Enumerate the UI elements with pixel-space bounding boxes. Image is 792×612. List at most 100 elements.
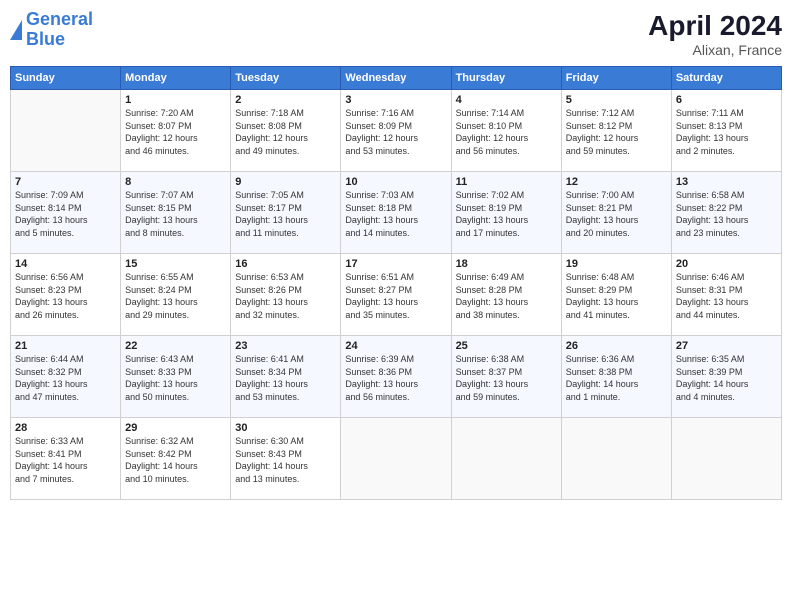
day-info: Sunrise: 7:03 AM Sunset: 8:18 PM Dayligh… <box>345 189 446 239</box>
day-number: 26 <box>566 340 667 352</box>
day-info: Sunrise: 6:58 AM Sunset: 8:22 PM Dayligh… <box>676 189 777 239</box>
day-number: 21 <box>15 340 116 352</box>
calendar-subtitle: Alixan, France <box>648 42 782 58</box>
day-number: 4 <box>456 94 557 106</box>
col-header-thursday: Thursday <box>451 67 561 90</box>
day-number: 24 <box>345 340 446 352</box>
day-number: 22 <box>125 340 226 352</box>
day-info: Sunrise: 7:05 AM Sunset: 8:17 PM Dayligh… <box>235 189 336 239</box>
logo: General Blue <box>10 10 93 50</box>
day-number: 19 <box>566 258 667 270</box>
day-cell: 6Sunrise: 7:11 AM Sunset: 8:13 PM Daylig… <box>671 90 781 172</box>
week-row-4: 21Sunrise: 6:44 AM Sunset: 8:32 PM Dayli… <box>11 336 782 418</box>
day-cell: 10Sunrise: 7:03 AM Sunset: 8:18 PM Dayli… <box>341 172 451 254</box>
col-header-tuesday: Tuesday <box>231 67 341 90</box>
header-row: Sunday Monday Tuesday Wednesday Thursday… <box>11 67 782 90</box>
day-info: Sunrise: 6:53 AM Sunset: 8:26 PM Dayligh… <box>235 271 336 321</box>
day-cell: 11Sunrise: 7:02 AM Sunset: 8:19 PM Dayli… <box>451 172 561 254</box>
week-row-2: 7Sunrise: 7:09 AM Sunset: 8:14 PM Daylig… <box>11 172 782 254</box>
day-info: Sunrise: 6:33 AM Sunset: 8:41 PM Dayligh… <box>15 435 116 485</box>
day-cell: 12Sunrise: 7:00 AM Sunset: 8:21 PM Dayli… <box>561 172 671 254</box>
day-info: Sunrise: 6:51 AM Sunset: 8:27 PM Dayligh… <box>345 271 446 321</box>
day-info: Sunrise: 6:55 AM Sunset: 8:24 PM Dayligh… <box>125 271 226 321</box>
day-number: 17 <box>345 258 446 270</box>
col-header-saturday: Saturday <box>671 67 781 90</box>
day-cell: 3Sunrise: 7:16 AM Sunset: 8:09 PM Daylig… <box>341 90 451 172</box>
day-cell: 28Sunrise: 6:33 AM Sunset: 8:41 PM Dayli… <box>11 418 121 500</box>
day-cell: 15Sunrise: 6:55 AM Sunset: 8:24 PM Dayli… <box>121 254 231 336</box>
col-header-friday: Friday <box>561 67 671 90</box>
day-info: Sunrise: 7:12 AM Sunset: 8:12 PM Dayligh… <box>566 107 667 157</box>
logo-text-line1: General <box>26 10 93 30</box>
week-row-3: 14Sunrise: 6:56 AM Sunset: 8:23 PM Dayli… <box>11 254 782 336</box>
week-row-5: 28Sunrise: 6:33 AM Sunset: 8:41 PM Dayli… <box>11 418 782 500</box>
day-cell: 16Sunrise: 6:53 AM Sunset: 8:26 PM Dayli… <box>231 254 341 336</box>
day-info: Sunrise: 6:46 AM Sunset: 8:31 PM Dayligh… <box>676 271 777 321</box>
day-info: Sunrise: 6:41 AM Sunset: 8:34 PM Dayligh… <box>235 353 336 403</box>
day-number: 7 <box>15 176 116 188</box>
day-info: Sunrise: 7:14 AM Sunset: 8:10 PM Dayligh… <box>456 107 557 157</box>
calendar-table: Sunday Monday Tuesday Wednesday Thursday… <box>10 66 782 500</box>
day-info: Sunrise: 6:32 AM Sunset: 8:42 PM Dayligh… <box>125 435 226 485</box>
header: General Blue April 2024 Alixan, France <box>10 10 782 58</box>
day-number: 6 <box>676 94 777 106</box>
day-cell: 17Sunrise: 6:51 AM Sunset: 8:27 PM Dayli… <box>341 254 451 336</box>
day-cell: 18Sunrise: 6:49 AM Sunset: 8:28 PM Dayli… <box>451 254 561 336</box>
day-cell: 21Sunrise: 6:44 AM Sunset: 8:32 PM Dayli… <box>11 336 121 418</box>
day-cell: 2Sunrise: 7:18 AM Sunset: 8:08 PM Daylig… <box>231 90 341 172</box>
day-cell: 25Sunrise: 6:38 AM Sunset: 8:37 PM Dayli… <box>451 336 561 418</box>
day-number: 11 <box>456 176 557 188</box>
day-cell <box>11 90 121 172</box>
day-number: 9 <box>235 176 336 188</box>
day-info: Sunrise: 6:56 AM Sunset: 8:23 PM Dayligh… <box>15 271 116 321</box>
day-info: Sunrise: 6:30 AM Sunset: 8:43 PM Dayligh… <box>235 435 336 485</box>
day-number: 25 <box>456 340 557 352</box>
day-number: 16 <box>235 258 336 270</box>
day-number: 14 <box>15 258 116 270</box>
day-info: Sunrise: 6:43 AM Sunset: 8:33 PM Dayligh… <box>125 353 226 403</box>
page: General Blue April 2024 Alixan, France S… <box>0 0 792 612</box>
day-info: Sunrise: 6:36 AM Sunset: 8:38 PM Dayligh… <box>566 353 667 403</box>
day-number: 28 <box>15 422 116 434</box>
day-number: 20 <box>676 258 777 270</box>
day-cell <box>561 418 671 500</box>
day-cell: 20Sunrise: 6:46 AM Sunset: 8:31 PM Dayli… <box>671 254 781 336</box>
day-cell: 7Sunrise: 7:09 AM Sunset: 8:14 PM Daylig… <box>11 172 121 254</box>
day-info: Sunrise: 7:20 AM Sunset: 8:07 PM Dayligh… <box>125 107 226 157</box>
day-number: 29 <box>125 422 226 434</box>
day-info: Sunrise: 7:16 AM Sunset: 8:09 PM Dayligh… <box>345 107 446 157</box>
day-info: Sunrise: 7:07 AM Sunset: 8:15 PM Dayligh… <box>125 189 226 239</box>
day-info: Sunrise: 6:48 AM Sunset: 8:29 PM Dayligh… <box>566 271 667 321</box>
day-cell: 23Sunrise: 6:41 AM Sunset: 8:34 PM Dayli… <box>231 336 341 418</box>
day-info: Sunrise: 7:18 AM Sunset: 8:08 PM Dayligh… <box>235 107 336 157</box>
day-info: Sunrise: 6:35 AM Sunset: 8:39 PM Dayligh… <box>676 353 777 403</box>
day-number: 8 <box>125 176 226 188</box>
day-cell: 9Sunrise: 7:05 AM Sunset: 8:17 PM Daylig… <box>231 172 341 254</box>
col-header-wednesday: Wednesday <box>341 67 451 90</box>
day-number: 1 <box>125 94 226 106</box>
day-cell: 24Sunrise: 6:39 AM Sunset: 8:36 PM Dayli… <box>341 336 451 418</box>
day-number: 12 <box>566 176 667 188</box>
day-cell <box>451 418 561 500</box>
logo-icon <box>10 20 22 40</box>
day-cell <box>671 418 781 500</box>
day-cell: 5Sunrise: 7:12 AM Sunset: 8:12 PM Daylig… <box>561 90 671 172</box>
day-number: 18 <box>456 258 557 270</box>
day-cell: 30Sunrise: 6:30 AM Sunset: 8:43 PM Dayli… <box>231 418 341 500</box>
day-info: Sunrise: 6:39 AM Sunset: 8:36 PM Dayligh… <box>345 353 446 403</box>
day-cell: 13Sunrise: 6:58 AM Sunset: 8:22 PM Dayli… <box>671 172 781 254</box>
day-number: 27 <box>676 340 777 352</box>
week-row-1: 1Sunrise: 7:20 AM Sunset: 8:07 PM Daylig… <box>11 90 782 172</box>
day-cell <box>341 418 451 500</box>
logo-text-line2: Blue <box>26 30 93 50</box>
day-cell: 22Sunrise: 6:43 AM Sunset: 8:33 PM Dayli… <box>121 336 231 418</box>
col-header-sunday: Sunday <box>11 67 121 90</box>
title-block: April 2024 Alixan, France <box>648 10 782 58</box>
day-cell: 8Sunrise: 7:07 AM Sunset: 8:15 PM Daylig… <box>121 172 231 254</box>
day-cell: 4Sunrise: 7:14 AM Sunset: 8:10 PM Daylig… <box>451 90 561 172</box>
day-number: 2 <box>235 94 336 106</box>
day-number: 15 <box>125 258 226 270</box>
day-info: Sunrise: 7:00 AM Sunset: 8:21 PM Dayligh… <box>566 189 667 239</box>
day-info: Sunrise: 7:11 AM Sunset: 8:13 PM Dayligh… <box>676 107 777 157</box>
day-number: 23 <box>235 340 336 352</box>
